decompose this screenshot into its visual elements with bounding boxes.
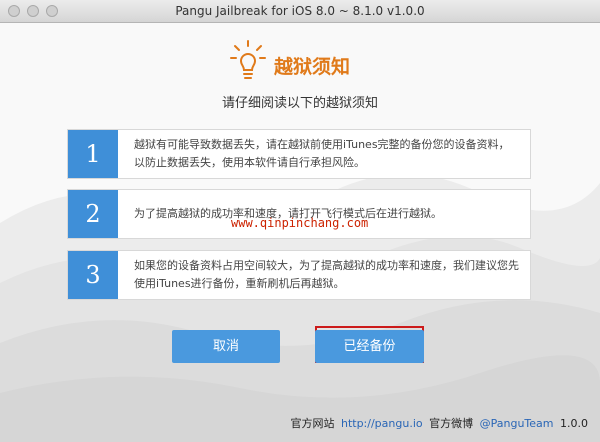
window-title: Pangu Jailbreak for iOS 8.0 ~ 8.1.0 v1.0…: [175, 4, 425, 18]
watermark-text: www.qinpinchang.com: [231, 216, 369, 230]
site-label: 官方网站: [290, 417, 335, 430]
close-window-button[interactable]: [8, 5, 20, 17]
notice-step-2: 2 为了提高越狱的成功率和速度，请打开飞行模式后在进行越狱。: [67, 189, 531, 239]
minimize-window-button[interactable]: [27, 5, 39, 17]
main-content: 越狱须知 请仔细阅读以下的越狱须知 1 越狱有可能导致数据丢失，请在越狱前使用i…: [0, 23, 600, 442]
weibo-link[interactable]: @PanguTeam: [480, 417, 554, 430]
app-window: Pangu Jailbreak for iOS 8.0 ~ 8.1.0 v1.0…: [0, 0, 600, 442]
version-label: 1.0.0: [560, 417, 588, 430]
step-text: 如果您的设备资料占用空间较大，为了提高越狱的成功率和速度，我们建议您先使用iTu…: [134, 259, 519, 290]
title-bar: Pangu Jailbreak for iOS 8.0 ~ 8.1.0 v1.0…: [0, 0, 600, 23]
zoom-window-button[interactable]: [46, 5, 58, 17]
already-backed-up-button[interactable]: 已经备份: [315, 330, 424, 363]
step-number: 3: [68, 251, 118, 299]
step-number: 2: [68, 190, 118, 238]
cancel-button[interactable]: 取消: [172, 330, 280, 363]
weibo-label: 官方微博: [429, 417, 474, 430]
page-title: 越狱须知: [274, 56, 351, 78]
step-text: 越狱有可能导致数据丢失，请在越狱前使用iTunes完整的备份您的设备资料，以防止…: [134, 138, 510, 169]
notice-step-3: 3 如果您的设备资料占用空间较大，为了提高越狱的成功率和速度，我们建议您先使用i…: [67, 250, 531, 300]
site-link[interactable]: http://pangu.io: [341, 417, 423, 430]
page-subtitle: 请仔细阅读以下的越狱须知: [221, 96, 378, 111]
step-number: 1: [68, 130, 118, 178]
lightbulb-icon: [230, 40, 266, 79]
footer: 官方网站 http://pangu.io 官方微博 @PanguTeam 1.0…: [290, 415, 588, 431]
notice-step-1: 1 越狱有可能导致数据丢失，请在越狱前使用iTunes完整的备份您的设备资料，以…: [67, 129, 531, 179]
